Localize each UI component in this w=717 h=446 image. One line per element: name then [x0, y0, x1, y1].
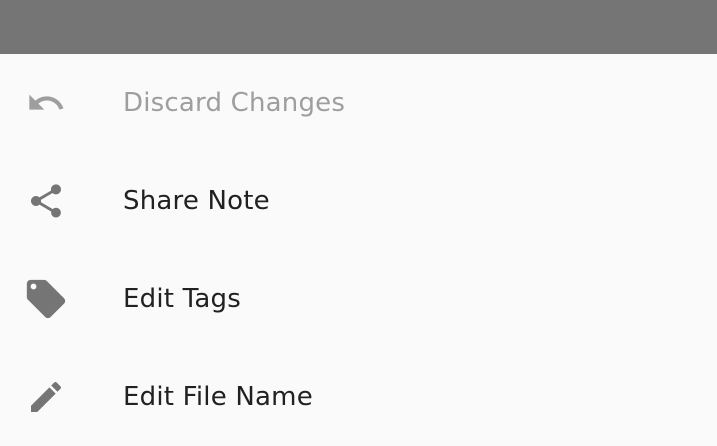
share-note-label: Share Note [123, 186, 270, 216]
edit-file-name-label: Edit File Name [123, 382, 313, 412]
bottom-sheet-menu: Discard Changes Share Note Edit Tags Edi… [0, 54, 717, 446]
tag-icon [22, 275, 70, 323]
edit-tags-label: Edit Tags [123, 284, 241, 314]
pencil-icon [22, 373, 70, 421]
share-note-item[interactable]: Share Note [0, 152, 717, 250]
discard-changes-label: Discard Changes [123, 88, 346, 118]
dimmed-app-background[interactable] [0, 0, 717, 54]
discard-changes-item[interactable]: Discard Changes [0, 54, 717, 152]
edit-file-name-item[interactable]: Edit File Name [0, 348, 717, 446]
edit-tags-item[interactable]: Edit Tags [0, 250, 717, 348]
share-icon [22, 177, 70, 225]
undo-icon [22, 79, 70, 127]
